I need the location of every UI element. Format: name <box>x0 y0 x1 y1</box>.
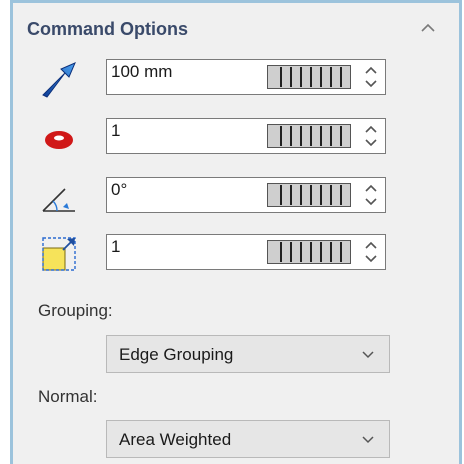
spin-arrows-icon[interactable] <box>362 122 380 150</box>
length-field[interactable]: 100 mm <box>106 59 386 95</box>
command-options-panel: Command Options 100 mm 1 0° 1 Grouping: … <box>10 0 462 464</box>
thumbwheel[interactable] <box>267 124 351 148</box>
count-field[interactable]: 1 <box>106 118 386 154</box>
length-row: 100 mm <box>13 55 459 101</box>
grouping-dropdown[interactable]: Edge Grouping <box>106 335 390 373</box>
thumbwheel[interactable] <box>267 240 351 264</box>
angle-icon <box>42 188 75 212</box>
collapse-chevron-icon[interactable] <box>419 19 437 37</box>
angle-row: 0° <box>13 173 459 219</box>
grouping-label: Grouping: <box>38 301 113 320</box>
thumbwheel[interactable] <box>267 183 351 207</box>
length-value: 100 mm <box>111 62 173 81</box>
normal-selected: Area Weighted <box>119 430 232 449</box>
chevron-down-icon <box>362 436 374 444</box>
panel-header[interactable]: Command Options <box>13 3 459 53</box>
grouping-selected: Edge Grouping <box>119 345 234 364</box>
chevron-down-icon <box>362 351 374 359</box>
scale-value: 1 <box>111 237 121 256</box>
count-value: 1 <box>111 121 121 140</box>
spin-arrows-icon[interactable] <box>362 238 380 266</box>
spin-arrows-icon[interactable] <box>362 181 380 209</box>
scale-field[interactable]: 1 <box>106 234 386 270</box>
torus-icon <box>45 131 73 149</box>
normal-dropdown[interactable]: Area Weighted <box>106 420 390 458</box>
spin-arrows-icon[interactable] <box>362 63 380 91</box>
count-row: 1 <box>13 114 459 160</box>
angle-field[interactable]: 0° <box>106 177 386 213</box>
scale-row: 1 <box>13 230 459 276</box>
thumbwheel[interactable] <box>267 65 351 89</box>
angle-value: 0° <box>111 180 128 199</box>
normal-label: Normal: <box>38 387 98 406</box>
panel-title: Command Options <box>27 19 188 39</box>
scale-icon <box>42 237 76 271</box>
arrow-icon <box>42 62 76 98</box>
